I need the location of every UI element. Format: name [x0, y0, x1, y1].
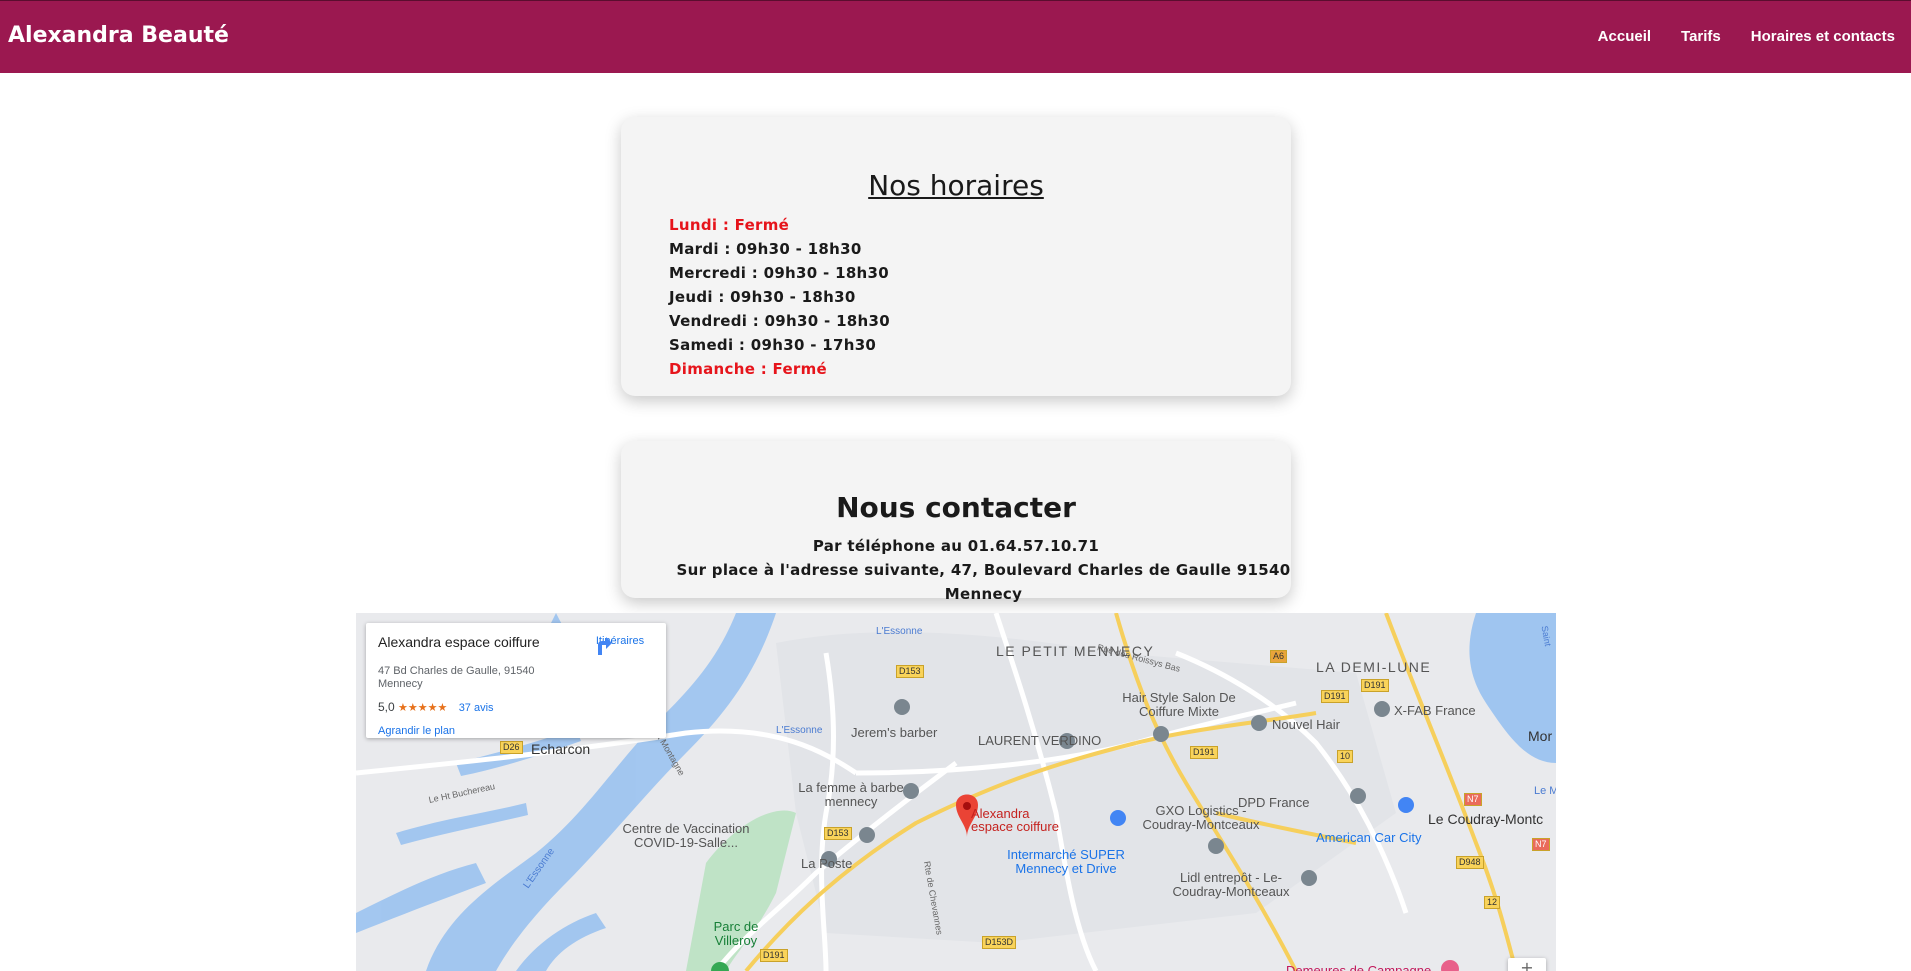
map-label-essonne-top: L'Essonne: [876, 626, 923, 637]
map-label-hair-style: Hair Style Salon De Coiffure Mixte: [1122, 690, 1236, 719]
map-label-laurent: LAURENT VERDINO: [978, 733, 1102, 748]
hours-monday: Lundi : Fermé: [669, 216, 790, 234]
brand-logo-link[interactable]: Alexandra Beauté: [8, 23, 229, 48]
map-label-american-car: American Car City: [1316, 830, 1422, 845]
rating-value: 5,0: [378, 700, 395, 714]
road-shield: N7: [1464, 793, 1482, 806]
road-shield: N7: [1532, 838, 1550, 851]
reviews-link[interactable]: 37 avis: [459, 702, 494, 714]
map-label-lidl: Lidl entrepôt - Le-Coudray-Montceaux: [1172, 870, 1290, 899]
nav-links: Accueil Tarifs Horaires et contacts: [1568, 28, 1895, 45]
hours-list: Lundi : Fermé Mardi : 09h30 - 18h30 Merc…: [669, 213, 890, 381]
hours-saturday: Samedi : 09h30 - 17h30: [669, 336, 877, 354]
nav-link-accueil[interactable]: Accueil: [1598, 28, 1651, 45]
hours-title: Nos horaires: [868, 169, 1044, 202]
contact-card: Nous contacter Par téléphone au 01.64.57…: [621, 441, 1291, 603]
map-info-box: Alexandra espace coiffure 47 Bd Charles …: [366, 623, 666, 738]
rating-stars-icon: ★★★★★: [398, 702, 448, 714]
map-label-dpd: DPD France: [1238, 795, 1310, 810]
road-shield: 12: [1484, 896, 1501, 909]
map-label-parc-villeroy: Parc de Villeroy: [713, 919, 759, 948]
contact-phone: Par téléphone au 01.64.57.10.71: [812, 537, 1100, 555]
contact-lines: Par téléphone au 01.64.57.10.71 Sur plac…: [621, 534, 1291, 606]
map-label-demeures: Demeures de Campagne: [1286, 963, 1432, 971]
map-label-le-m: Le M: [1534, 785, 1556, 797]
place-rating: 5,0 ★★★★★ 37 avis: [378, 700, 494, 714]
map-label-nouvel-hair: Nouvel Hair: [1272, 717, 1340, 732]
directions-button[interactable]: Itinéraires: [590, 635, 650, 655]
contact-title: Nous contacter: [836, 491, 1076, 524]
place-address: 47 Bd Charles de Gaulle, 91540 Mennecy: [378, 665, 535, 690]
hours-thursday: Jeudi : 09h30 - 18h30: [669, 288, 856, 306]
map-label-coudray: Le Coudray-Montc: [1428, 811, 1544, 827]
road-shield: D191: [1361, 679, 1389, 692]
map-label-essonne-mid: L'Essonne: [776, 725, 823, 736]
directions-icon: [598, 637, 612, 655]
road-shield: D191: [760, 949, 788, 962]
road-shield: D191: [1190, 746, 1218, 759]
road-shield: D153D: [982, 936, 1017, 949]
road-shield: D153: [896, 665, 924, 678]
hours-tuesday: Mardi : 09h30 - 18h30: [669, 240, 862, 258]
map-label-xfab: X-FAB France: [1394, 703, 1476, 718]
place-name: Alexandra espace coiffure: [378, 634, 540, 650]
hours-sunday: Dimanche : Fermé: [669, 360, 828, 378]
map-label-intermarche: Intermarché SUPER Mennecy et Drive: [1007, 847, 1125, 876]
road-shield: A6: [1270, 650, 1288, 663]
enlarge-map-link[interactable]: Agrandir le plan: [378, 725, 455, 737]
map-label-demi-lune: LA DEMI-LUNE: [1316, 659, 1432, 675]
road-shield: D948: [1456, 856, 1484, 869]
map-label-mor: Mor: [1528, 728, 1553, 744]
nav-link-horaires-contacts[interactable]: Horaires et contacts: [1751, 28, 1895, 45]
hours-friday: Vendredi : 09h30 - 18h30: [669, 312, 890, 330]
road-shield: 10: [1337, 750, 1354, 763]
nav-link-tarifs[interactable]: Tarifs: [1681, 28, 1721, 45]
map-label-echarcon: Echarcon: [531, 741, 591, 757]
google-map-embed[interactable]: LE PETIT MENNECY LA DEMI-LUNE Echarcon L…: [356, 613, 1556, 971]
hours-wednesday: Mercredi : 09h30 - 18h30: [669, 264, 890, 282]
road-shield: D191: [1321, 690, 1349, 703]
map-label-vaccination: Centre de Vaccination COVID-19-Salle...: [622, 821, 750, 850]
map-label-femme: La femme à barbe mennecy: [798, 780, 904, 809]
road-shield: D26: [500, 741, 523, 754]
contact-address: Sur place à l'adresse suivante, 47, Boul…: [676, 561, 1291, 603]
map-label-jerems: Jerem's barber: [851, 725, 938, 740]
road-shield: D153: [824, 827, 852, 840]
zoom-in-button[interactable]: +: [1508, 958, 1546, 971]
map-label-laposte: La Poste: [801, 856, 853, 871]
top-navbar: Alexandra Beauté Accueil Tarifs Horaires…: [0, 0, 1911, 73]
hours-card: Nos horaires Lundi : Fermé Mardi : 09h30…: [621, 117, 1291, 396]
map-label-alexandra: Alexandra espace coiffure: [971, 806, 1059, 834]
